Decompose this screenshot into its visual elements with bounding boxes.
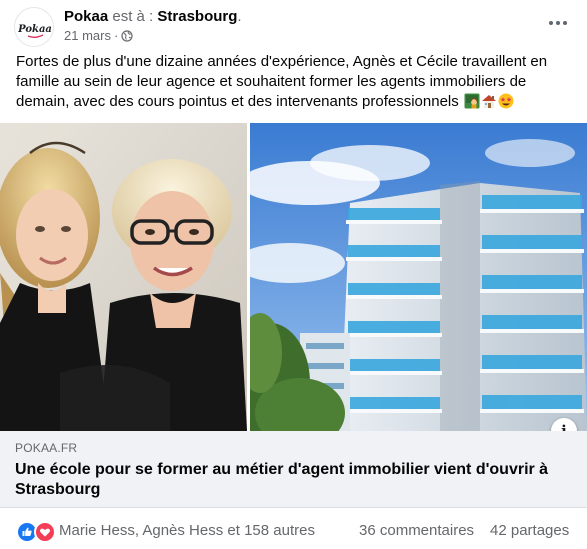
post-date[interactable]: 21 mars xyxy=(64,28,111,44)
woman-teacher-emoji xyxy=(464,93,480,109)
post-text: Fortes de plus d'une dizaine années d'ex… xyxy=(16,52,576,112)
photo-founders[interactable] xyxy=(0,123,247,431)
page-name[interactable]: Pokaa xyxy=(64,8,108,25)
link-domain: POKAA.FR xyxy=(15,441,78,455)
location-dot: . xyxy=(237,8,242,25)
photo-building[interactable] xyxy=(250,123,587,431)
reaction-icons[interactable] xyxy=(16,521,56,543)
post-footer: Marie Hess, Agnès Hess et 158 autres 36 … xyxy=(0,513,587,545)
pokaa-logo: Pokaa xyxy=(16,9,53,46)
page-line: Pokaa est à : Strasbourg. xyxy=(64,8,242,26)
founders-photo xyxy=(0,123,247,431)
more-options-icon[interactable] xyxy=(543,10,573,36)
post-photos[interactable] xyxy=(0,123,587,431)
location-link[interactable]: Strasbourg xyxy=(157,8,237,25)
page-avatar[interactable]: Pokaa xyxy=(14,7,54,47)
shares-count[interactable]: 42 partages xyxy=(490,521,569,541)
house-emoji xyxy=(481,95,496,108)
link-preview[interactable]: POKAA.FR Une école pour se former au mét… xyxy=(0,431,587,508)
meta-separator: · xyxy=(113,28,119,43)
logo-text: Pokaa xyxy=(17,24,52,35)
globe-icon xyxy=(121,30,133,42)
post-header: Pokaa Pokaa est à : Strasbourg. 21 mars … xyxy=(0,0,587,50)
star-struck-emoji xyxy=(498,93,514,109)
reactions-summary[interactable]: Marie Hess, Agnès Hess et 158 autres xyxy=(59,521,315,541)
link-title[interactable]: Une école pour se former au métier d'age… xyxy=(15,460,575,500)
is-at-label: est à : xyxy=(112,8,154,25)
love-reaction-icon xyxy=(34,521,56,543)
building-photo xyxy=(250,123,587,431)
comments-count[interactable]: 36 commentaires xyxy=(359,521,474,541)
post-meta: 21 mars · xyxy=(64,28,133,44)
